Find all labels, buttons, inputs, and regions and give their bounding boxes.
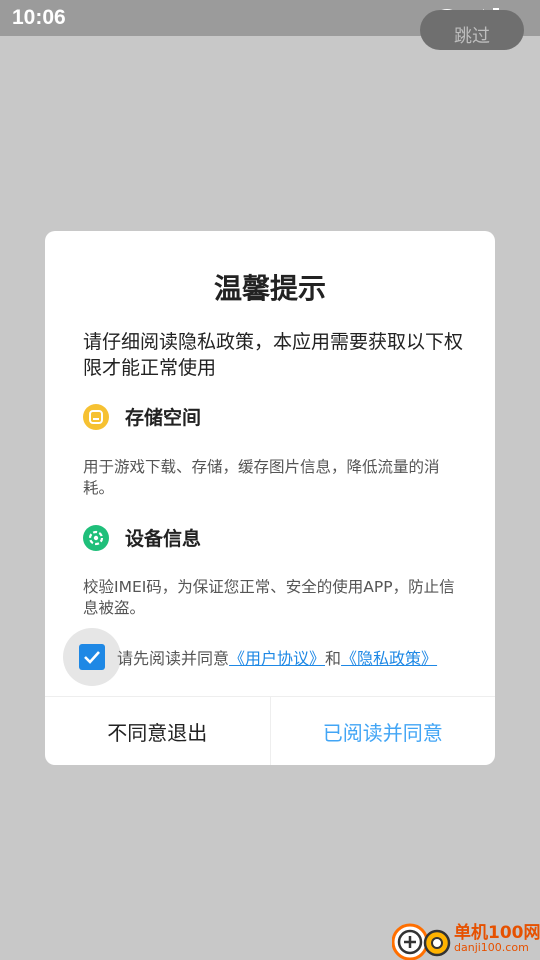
- device-settings-icon: [83, 524, 109, 551]
- watermark-text: 单机100网 danji100.com: [454, 918, 540, 954]
- permission-title: 存储空间: [125, 407, 202, 429]
- consent-prefix: 请先阅读并同意: [117, 649, 230, 668]
- disagree-exit-button[interactable]: 不同意退出: [45, 697, 271, 765]
- watermark-name: 单机100网: [454, 923, 540, 943]
- dialog-buttons: 不同意退出 已阅读并同意: [45, 696, 495, 765]
- privacy-dialog: 温馨提示 请仔细阅读隐私政策，本应用需要获取以下权限才能正常使用 存储空间 用于…: [45, 231, 495, 765]
- watermark-url: danji100.com: [454, 941, 529, 954]
- agree-button[interactable]: 已阅读并同意: [271, 697, 496, 765]
- permission-title: 设备信息: [125, 528, 202, 550]
- dialog-title: 温馨提示: [213, 272, 326, 305]
- permission-description: 用于游戏下载、存储，缓存图片信息，降低流量的消耗。: [83, 458, 440, 497]
- checkbox-checked-icon: [79, 644, 105, 670]
- dialog-intro: 请仔细阅读隐私政策，本应用需要获取以下权限才能正常使用: [83, 331, 464, 379]
- permission-storage: 存储空间: [83, 403, 201, 430]
- watermark: 单机100网 danji100.com: [392, 918, 540, 960]
- status-time: 10:06: [12, 6, 66, 29]
- consent-checkbox[interactable]: [63, 628, 121, 686]
- consent-row: 请先阅读并同意《用户协议》和《隐私政策》: [63, 627, 483, 687]
- permission-device: 设备信息: [83, 524, 201, 551]
- storage-icon: [83, 403, 109, 430]
- consent-and: 和: [325, 649, 342, 668]
- watermark-logo-icon: [392, 923, 451, 960]
- skip-button[interactable]: 跳过: [420, 10, 524, 50]
- permission-description: 校验IMEI码，为保证您正常、安全的使用APP，防止信息被盗。: [83, 578, 455, 617]
- consent-text: 请先阅读并同意《用户协议》和《隐私政策》: [117, 645, 437, 669]
- user-agreement-link[interactable]: 《用户协议》: [229, 649, 325, 668]
- privacy-policy-link[interactable]: 《隐私政策》: [341, 649, 437, 668]
